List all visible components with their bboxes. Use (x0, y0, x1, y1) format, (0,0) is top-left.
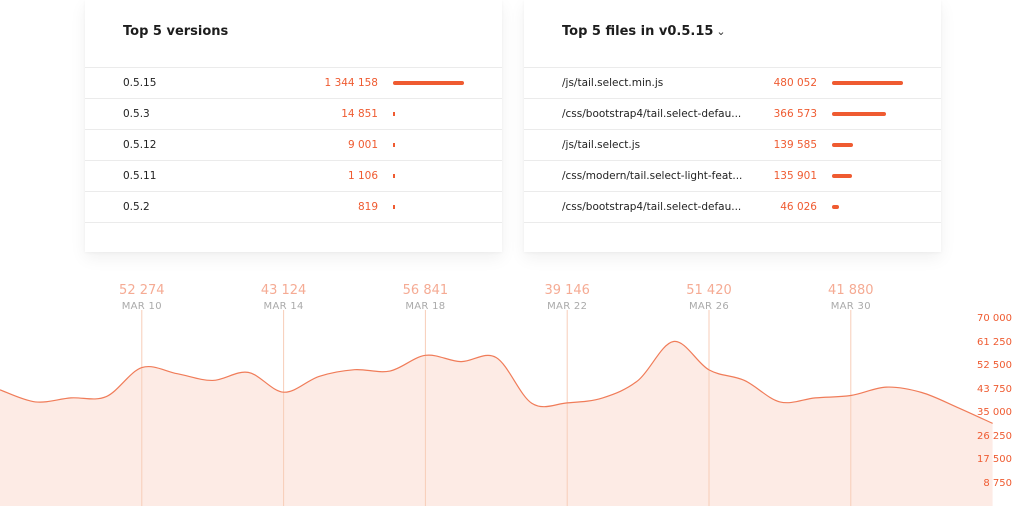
y-tick-label: 26 250 (977, 430, 1012, 442)
row-count: 366 573 (773, 108, 817, 120)
peak-label: 52 274 MAR 10 (92, 283, 192, 314)
peak-date: MAR 30 (830, 301, 871, 312)
row-name: 0.5.15 (123, 77, 157, 89)
row-share-bar (393, 143, 395, 147)
peak-date: MAR 10 (121, 301, 162, 312)
row-share-bar (832, 81, 903, 85)
versions-card-title: Top 5 versions (123, 24, 229, 39)
row-share-bar (393, 205, 395, 209)
row-name: /css/modern/tail.select-light-feat... (562, 170, 743, 182)
files-card-title-dropdown[interactable]: Top 5 files in v0.5.15 ⌄ (562, 24, 726, 39)
y-tick-label: 43 750 (977, 383, 1012, 395)
row-name: /js/tail.select.min.js (562, 77, 664, 89)
table-row[interactable]: /css/modern/tail.select-light-feat... 135… (524, 161, 941, 192)
row-count: 139 585 (773, 139, 817, 151)
row-share-bar (832, 205, 839, 209)
row-count: 1 344 158 (324, 77, 378, 89)
row-name: 0.5.11 (123, 170, 157, 182)
y-tick-label: 8 750 (983, 477, 1012, 489)
peak-label: 56 841 MAR 18 (375, 283, 475, 314)
row-name: 0.5.2 (123, 201, 150, 213)
y-tick-label: 52 500 (977, 360, 1012, 371)
row-share-bar (393, 174, 395, 178)
table-row[interactable]: /js/tail.select.js 139 585 (524, 130, 941, 161)
peak-label: 39 146 MAR 22 (517, 283, 617, 314)
files-card-title: Top 5 files in v0.5.15 (562, 24, 714, 39)
peak-value: 39 146 (544, 283, 590, 298)
top-versions-card: Top 5 versions 0.5.15 1 344 158 0.5.3 14 85… (85, 0, 502, 252)
row-name: /css/bootstrap4/tail.select-defau... (562, 201, 742, 213)
row-name: 0.5.12 (123, 139, 157, 151)
y-tick-label: 61 250 (977, 336, 1012, 348)
table-row[interactable]: /css/bootstrap4/tail.select-defau... 46 0… (524, 192, 941, 223)
row-share-bar (832, 143, 853, 147)
table-row[interactable]: 0.5.15 1 344 158 (85, 68, 502, 99)
row-share-bar (832, 174, 853, 178)
peak-value: 56 841 (402, 283, 449, 298)
row-share-bar (393, 112, 395, 116)
peak-value: 41 880 (828, 283, 874, 298)
row-name: /js/tail.select.js (562, 139, 641, 151)
files-list: /js/tail.select.min.js 480 052/css/bootst… (524, 67, 941, 223)
table-row[interactable]: 0.5.12 9 001 (85, 130, 502, 161)
row-share-bar (393, 81, 464, 85)
downloads-area-chart: 52 274 MAR 10 43 124 MAR 14 56 841 MAR 18 39 1… (0, 272, 1024, 506)
table-row[interactable]: 0.5.11 1 106 (85, 161, 502, 192)
y-tick-label: 70 000 (977, 313, 1012, 324)
peak-date: MAR 18 (405, 301, 446, 312)
row-count: 819 (357, 201, 378, 213)
peak-value: 52 274 (119, 283, 165, 298)
peak-date: MAR 22 (547, 301, 588, 312)
row-count: 9 001 (347, 139, 378, 151)
table-row[interactable]: /css/bootstrap4/tail.select-defau... 366 … (524, 99, 941, 130)
y-tick-label: 35 000 (977, 407, 1012, 418)
row-share-bar (832, 112, 887, 116)
peak-label: 51 420 MAR 26 (659, 283, 759, 314)
y-tick-label: 17 500 (977, 454, 1012, 465)
chevron-down-icon: ⌄ (716, 25, 726, 38)
row-count: 480 052 (773, 77, 817, 89)
row-count: 135 901 (773, 170, 817, 182)
peak-label: 43 124 MAR 14 (234, 283, 334, 314)
row-name: 0.5.3 (123, 108, 150, 120)
table-row[interactable]: /js/tail.select.min.js 480 052 (524, 68, 941, 99)
peak-date: MAR 14 (263, 301, 304, 312)
peak-value: 51 420 (686, 283, 732, 298)
versions-list: 0.5.15 1 344 158 0.5.3 14 851 0.5.12 9 001 0.5… (85, 67, 502, 223)
row-count: 46 026 (780, 201, 817, 213)
row-name: /css/bootstrap4/tail.select-defau... (562, 108, 742, 120)
row-count: 14 851 (341, 108, 378, 120)
table-row[interactable]: 0.5.2 819 (85, 192, 502, 223)
row-count: 1 106 (347, 170, 378, 182)
peak-date: MAR 26 (688, 301, 730, 312)
table-row[interactable]: 0.5.3 14 851 (85, 99, 502, 130)
peak-label: 41 880 MAR 30 (801, 283, 901, 314)
peak-value: 43 124 (260, 283, 307, 298)
top-files-card: Top 5 files in v0.5.15 ⌄ /js/tail.select.… (524, 0, 941, 252)
